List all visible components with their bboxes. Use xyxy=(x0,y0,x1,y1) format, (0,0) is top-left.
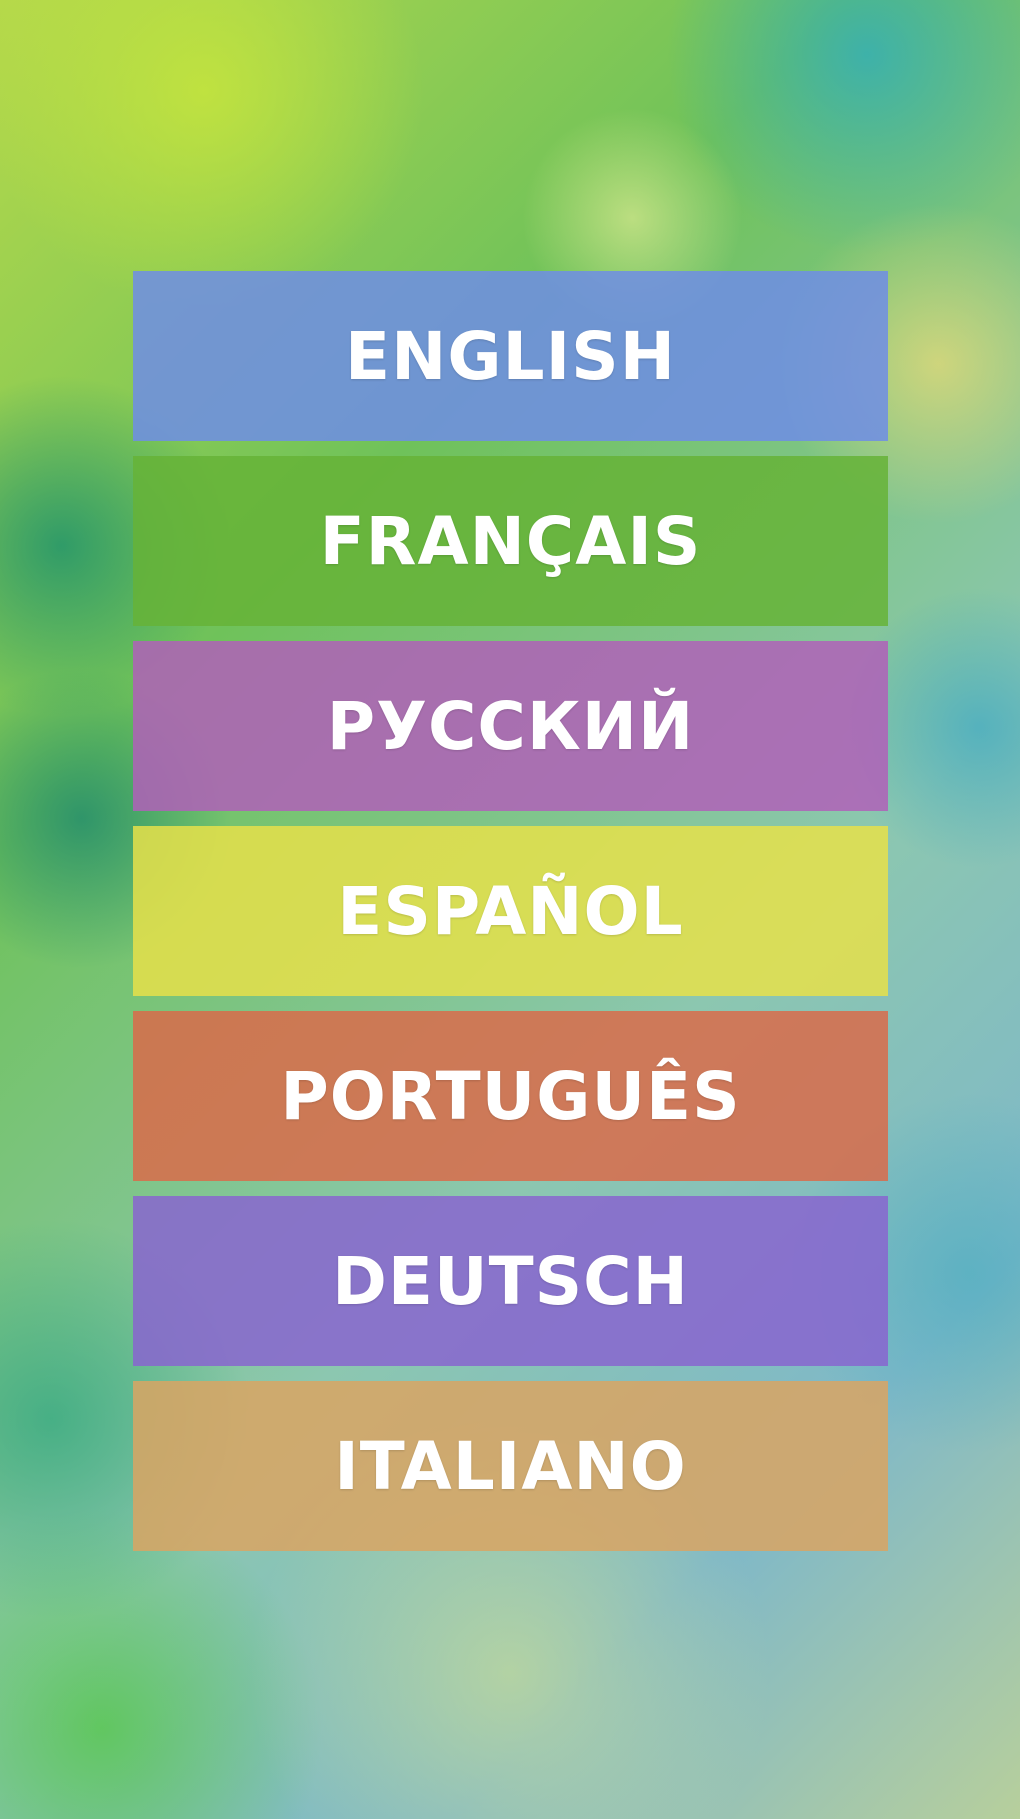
language-button-italiano[interactable]: ITALIANO xyxy=(133,1381,888,1551)
language-button-english[interactable]: ENGLISH xyxy=(133,271,888,441)
language-button-francais[interactable]: FRANÇAIS xyxy=(133,456,888,626)
language-button-deutsch[interactable]: DEUTSCH xyxy=(133,1196,888,1366)
language-menu: ENGLISH FRANÇAIS РУССКИЙ ESPAÑOL PORTUGU… xyxy=(133,271,888,1551)
language-button-espanol[interactable]: ESPAÑOL xyxy=(133,826,888,996)
language-button-russian[interactable]: РУССКИЙ xyxy=(133,641,888,811)
language-button-portugues[interactable]: PORTUGUÊS xyxy=(133,1011,888,1181)
